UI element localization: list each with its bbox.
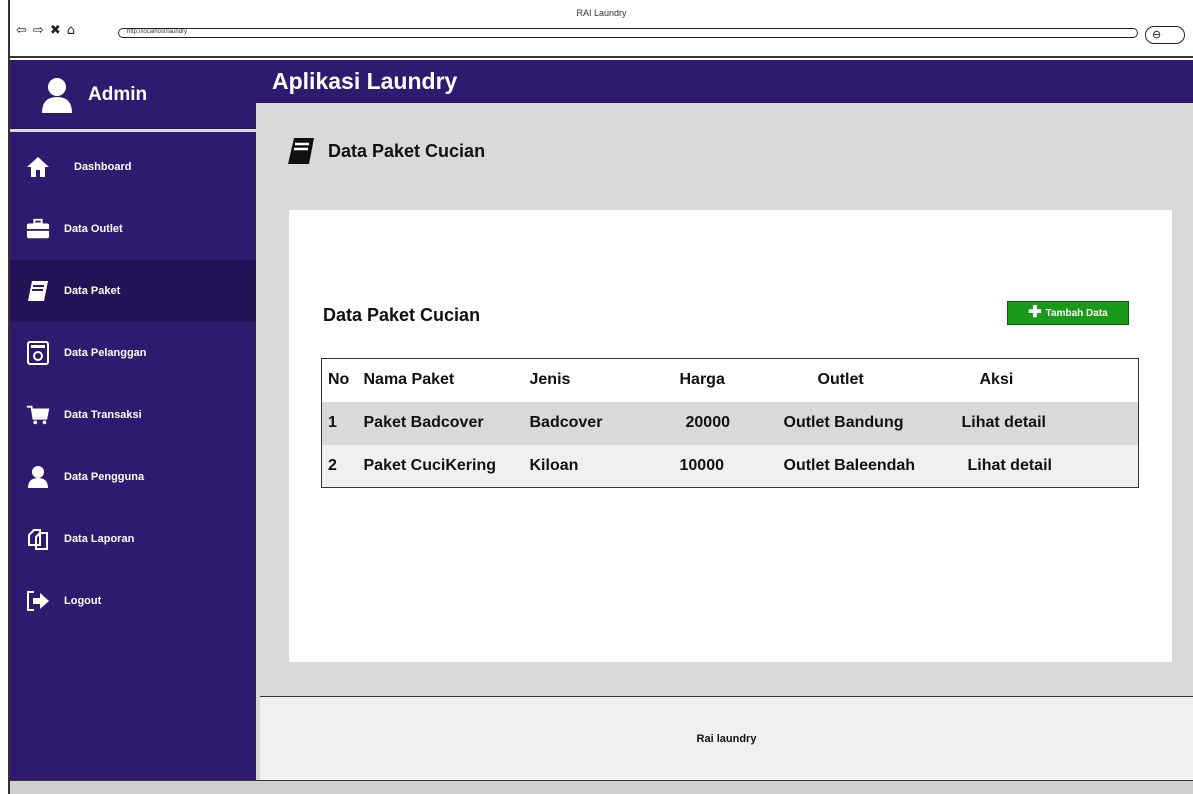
main-content: Aplikasi Laundry Data Paket Cucian Data … — [256, 60, 1193, 780]
app-title: Aplikasi Laundry — [256, 60, 1193, 103]
table-row: 1 Paket Badcover Badcover 20000 Outlet B… — [321, 401, 1139, 445]
user-avatar-icon — [42, 77, 72, 113]
add-data-button[interactable]: ✚ Tambah Data — [1007, 301, 1129, 325]
sidebar-item-dashboard[interactable]: Dashboard — [10, 136, 256, 198]
table-header-row: No Nama Paket Jenis Harga Outlet Aksi — [321, 358, 1139, 402]
id-card-icon — [26, 341, 50, 365]
cell-jenis: Badcover — [529, 414, 603, 431]
search-icon: ⊖ — [1152, 29, 1162, 41]
logout-icon — [26, 589, 50, 613]
package-table: No Nama Paket Jenis Harga Outlet Aksi 1 … — [321, 358, 1139, 488]
lihat-detail-link[interactable]: Lihat detail — [956, 445, 1139, 488]
column-header-jenis: Jenis — [529, 371, 571, 389]
content-card: Data Paket Cucian ✚ Tambah Data No Nama … — [289, 210, 1172, 662]
sidebar-item-label: Data Outlet — [64, 223, 123, 235]
sidebar-item-data-pelanggan[interactable]: Data Pelanggan — [10, 322, 256, 384]
user-label: Admin — [88, 83, 148, 105]
back-icon[interactable]: ⇦ — [16, 24, 27, 37]
sidebar-item-data-laporan[interactable]: Data Laporan — [10, 508, 256, 570]
user-icon — [26, 465, 50, 489]
forward-icon[interactable]: ⇨ — [33, 24, 44, 37]
sidebar-item-label: Data Transaksi — [64, 409, 142, 421]
cart-icon — [26, 403, 50, 427]
address-bar[interactable]: http://localhost/laundry — [118, 28, 1138, 38]
card-title: Data Paket Cucian — [323, 305, 481, 325]
sidebar: Admin Dashboard Data Outlet Data Paket D… — [10, 60, 256, 780]
sidebar-item-label: Dashboard — [74, 161, 132, 173]
column-header-harga: Harga — [679, 371, 725, 389]
sidebar-item-logout[interactable]: Logout — [10, 570, 256, 632]
cell-no: 2 — [328, 456, 337, 474]
sidebar-item-data-outlet[interactable]: Data Outlet — [10, 198, 256, 260]
home-icon — [26, 155, 50, 179]
page-title: Data Paket Cucian — [328, 140, 486, 161]
search-field[interactable]: ⊖ — [1145, 26, 1185, 44]
add-data-label: Tambah Data — [1045, 307, 1108, 319]
sidebar-user: Admin — [10, 60, 256, 132]
sidebar-item-data-pengguna[interactable]: Data Pengguna — [10, 446, 256, 508]
cell-outlet: Outlet Bandung — [783, 414, 904, 431]
book-icon — [288, 138, 314, 164]
sidebar-item-label: Data Pelanggan — [64, 347, 147, 359]
cell-harga: 10000 — [679, 456, 725, 474]
sidebar-item-label: Data Pengguna — [64, 471, 145, 483]
browser-titlebar: RAI Laundry ⇦ ⇨ ✖ ⌂ http://localhost/lau… — [10, 0, 1193, 58]
footer: Rai laundry — [260, 696, 1193, 780]
home-nav-icon[interactable]: ⌂ — [67, 24, 75, 37]
sidebar-item-label: Data Laporan — [64, 533, 135, 545]
browser-status-bar — [10, 780, 1193, 794]
column-header-aksi: Aksi — [979, 371, 1014, 389]
sidebar-item-data-paket[interactable]: Data Paket — [10, 260, 256, 322]
briefcase-icon — [26, 217, 50, 241]
plus-icon: ✚ — [1028, 304, 1042, 321]
sidebar-item-data-transaksi[interactable]: Data Transaksi — [10, 384, 256, 446]
table-row: 2 Paket CuciKering Kiloan 10000 Outlet B… — [321, 444, 1139, 488]
cell-jenis: Kiloan — [529, 456, 579, 474]
sidebar-item-label: Data Paket — [64, 285, 121, 297]
page-heading: Data Paket Cucian — [286, 136, 485, 166]
window-title: RAI Laundry — [576, 8, 627, 18]
cell-outlet: Outlet Baleendah — [783, 456, 916, 474]
column-header-outlet: Outlet — [817, 371, 864, 389]
cell-nama-paket: Paket Badcover — [363, 414, 484, 431]
cell-harga: 20000 — [685, 414, 731, 431]
book-icon — [26, 279, 50, 303]
cell-nama-paket: Paket CuciKering — [363, 456, 496, 474]
cell-no: 1 — [328, 414, 337, 431]
column-header-no: No — [328, 371, 350, 389]
copy-icon — [26, 527, 50, 551]
browser-nav: ⇦ ⇨ ✖ ⌂ — [16, 24, 75, 37]
lihat-detail-link[interactable]: Lihat detail — [956, 402, 1139, 445]
close-icon[interactable]: ✖ — [50, 24, 61, 37]
sidebar-item-label: Logout — [64, 595, 102, 607]
column-header-nama-paket: Nama Paket — [363, 371, 455, 389]
